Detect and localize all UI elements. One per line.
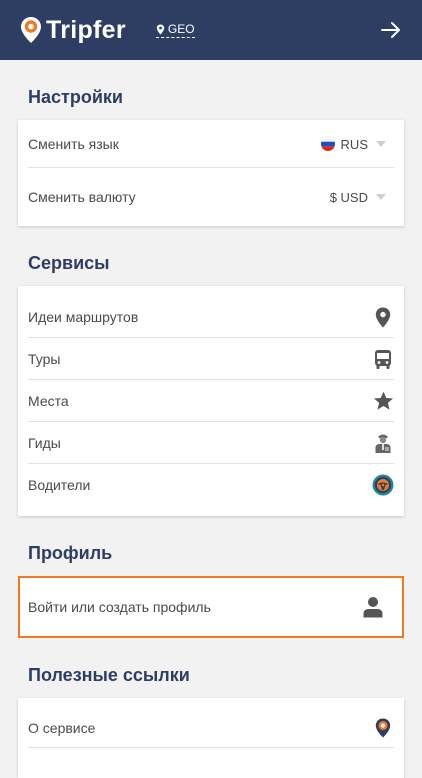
services-card: Идеи маршрутов Туры Места Гиды Водители [18, 286, 404, 516]
guides-row[interactable]: Гиды [18, 422, 404, 464]
user-icon [362, 596, 384, 618]
russia-flag-icon [320, 137, 335, 151]
tripfer-logo-icon [21, 17, 41, 43]
change-language-row[interactable]: Сменить язык RUS [18, 120, 404, 168]
places-label: Места [28, 393, 69, 409]
services-title: Сервисы [28, 253, 110, 273]
language-select[interactable]: RUS [320, 136, 394, 152]
currency-value: $ USD [329, 189, 368, 205]
tripfer-pin-icon [372, 717, 394, 739]
route-ideas-label: Идеи маршрутов [28, 309, 139, 325]
change-currency-row[interactable]: Сменить валюту $ USD [18, 168, 404, 226]
places-row[interactable]: Места [18, 380, 404, 422]
profile-title: Профиль [28, 543, 113, 563]
change-language-label: Сменить язык [28, 136, 119, 152]
arrow-right-icon[interactable] [380, 19, 402, 41]
about-service-row[interactable]: О сервисе [18, 708, 404, 748]
settings-title: Настройки [28, 87, 123, 107]
chevron-down-icon [376, 194, 386, 200]
currency-select[interactable]: $ USD [330, 190, 394, 205]
map-pin-icon [372, 306, 394, 328]
about-service-label: О сервисе [28, 720, 96, 736]
change-currency-label: Сменить валюту [28, 189, 136, 205]
geo-label: GEO [167, 22, 195, 36]
useful-links-title: Полезные ссылки [28, 665, 190, 685]
login-or-create-profile-label: Войти или создать профиль [28, 599, 211, 615]
useful-links-card: О сервисе [18, 698, 404, 778]
chevron-down-icon [376, 141, 386, 147]
star-icon [372, 390, 394, 412]
tours-row[interactable]: Туры [18, 338, 404, 380]
language-value: RUS [340, 136, 368, 152]
settings-card: Сменить язык RUS Сменить валюту $ USD [18, 120, 404, 226]
geo-selector[interactable]: GEO [155, 22, 195, 38]
logo[interactable]: Tripfer [20, 16, 126, 45]
logo-text: Tripfer [46, 15, 126, 44]
steering-wheel-icon [372, 474, 394, 496]
drivers-label: Водители [28, 477, 91, 493]
guide-icon [372, 432, 394, 454]
route-ideas-row[interactable]: Идеи маршрутов [18, 296, 404, 338]
drivers-row[interactable]: Водители [18, 464, 404, 506]
app-header: Tripfer GEO [0, 0, 422, 60]
profile-card: Войти или создать профиль [18, 576, 404, 638]
tours-label: Туры [28, 351, 61, 367]
location-pin-icon [156, 24, 165, 34]
guides-label: Гиды [28, 435, 61, 451]
bus-icon [372, 348, 394, 370]
login-or-create-profile-row[interactable]: Войти или создать профиль [20, 578, 402, 636]
